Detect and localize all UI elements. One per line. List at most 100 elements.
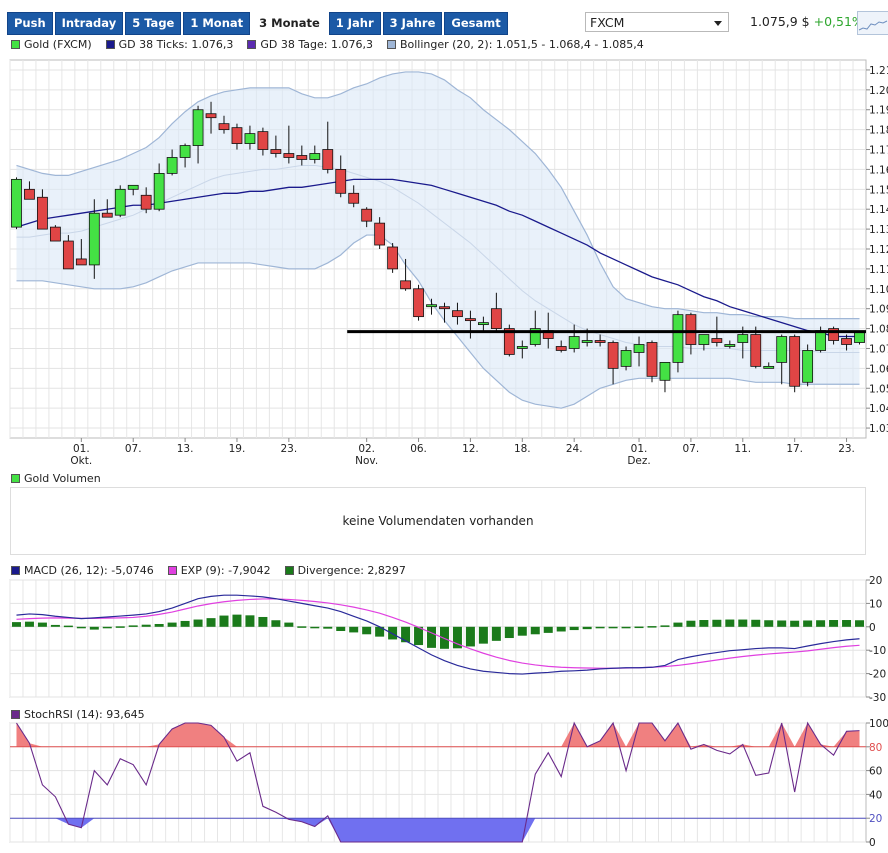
candle-body (348, 192, 360, 204)
divergence-bar (297, 626, 307, 628)
y-tick-label: 20 (869, 575, 882, 587)
candle-body (231, 127, 243, 144)
divergence-bar (738, 619, 748, 627)
candle-body (672, 314, 684, 363)
candle-body (192, 109, 204, 146)
candle-body (763, 365, 775, 369)
tab-push[interactable]: Push (7, 12, 53, 35)
y-tick-label: -10 (869, 645, 886, 657)
y-tick-label: 1.15 (869, 184, 888, 196)
divergence-bar (193, 619, 203, 627)
tab-gesamt[interactable]: Gesamt (444, 12, 508, 35)
candle-body (114, 188, 126, 216)
candle-body (413, 288, 424, 318)
divergence-bar (141, 624, 151, 627)
tab-intraday[interactable]: Intraday (54, 12, 124, 35)
candle-body (309, 153, 321, 160)
tab-1-jahr[interactable]: 1 Jahr (328, 12, 381, 35)
candle-body (37, 196, 48, 230)
divergence-bar (829, 620, 839, 627)
x-tick-label: 06. (410, 443, 427, 455)
candle-body (789, 336, 801, 387)
divergence-bar (517, 626, 527, 636)
y-tick-label: 1.03 (869, 423, 888, 435)
candle-body (581, 340, 593, 343)
divergence-bar (751, 619, 761, 627)
volume-legend-label: Gold Volumen (24, 472, 101, 485)
divergence-bar (712, 619, 722, 627)
y-tick-label: -30 (869, 692, 886, 704)
divergence-bar (232, 614, 242, 627)
divergence-bar (582, 626, 592, 630)
candle-body (477, 322, 489, 326)
x-tick-label: 18. (514, 443, 531, 455)
candle-body (620, 350, 632, 367)
x-tick-label: 24. (566, 443, 583, 455)
y-tick-label: 60 (869, 766, 882, 778)
y-tick-label: 1.13 (869, 224, 888, 236)
candle-body (24, 188, 35, 200)
divergence-bar (790, 620, 800, 627)
y-tick-label: 1.18 (869, 125, 888, 137)
candle-body (711, 338, 723, 343)
divergence-bar (803, 620, 813, 627)
divergence-bar (478, 626, 488, 644)
candle-body (568, 336, 580, 349)
candle-body (452, 310, 463, 318)
candle-body (776, 336, 788, 363)
x-tick-label: 11. (734, 443, 751, 455)
tab-3-monate[interactable]: 3 Monate (252, 12, 327, 35)
divergence-bar (388, 626, 398, 640)
divergence-bar (427, 626, 437, 648)
x-tick-label: 19. (229, 443, 246, 455)
x-tick-label: 02. (358, 443, 375, 455)
divergence-bar (556, 626, 566, 632)
candle-body (257, 131, 269, 150)
candle-body (646, 342, 658, 377)
candle-body (750, 334, 762, 367)
tab-5-tage[interactable]: 5 Tage (125, 12, 182, 35)
candle-body (490, 308, 502, 329)
divergence-bar (245, 615, 255, 627)
period-tabs: Push Intraday 5 Tage 1 Monat 3 Monate 1 Jahr 3… (7, 12, 508, 35)
divergence-bar (673, 622, 683, 627)
y-tick-label: 1.10 (869, 284, 888, 296)
divergence-bar (102, 626, 112, 629)
candle-body (854, 332, 865, 343)
divergence-bar (206, 618, 216, 627)
exchange-select-value: FXCM (590, 15, 625, 30)
candle-body (426, 304, 437, 308)
legend-swatch (386, 40, 396, 49)
tab-3-jahre[interactable]: 3 Jahre (382, 12, 443, 35)
candle-body (465, 318, 476, 322)
candle-body (607, 342, 619, 369)
legend-swatch (11, 566, 20, 575)
x-tick-month-label: Nov. (355, 455, 378, 467)
x-tick-label: 01. (73, 443, 90, 455)
mini-chart-thumbnail[interactable] (857, 11, 888, 35)
chevron-down-icon[interactable] (714, 21, 722, 26)
y-tick-label: 0 (869, 837, 876, 849)
y-tick-label: 1.11 (869, 264, 888, 276)
candle-body (218, 123, 230, 131)
divergence-bar (89, 626, 99, 630)
candle-body (555, 346, 567, 351)
exchange-select[interactable]: FXCM (585, 12, 729, 32)
divergence-bar (323, 626, 333, 629)
quote-price: 1.075,9 $ (750, 14, 810, 29)
tab-1-monat[interactable]: 1 Monat (183, 12, 251, 35)
divergence-bar (180, 620, 190, 627)
candle-body (698, 334, 710, 345)
volume-legend: Gold Volumen (11, 472, 101, 485)
divergence-bar (349, 626, 359, 633)
candle-body (633, 344, 645, 353)
y-tick-label: 10 (869, 598, 882, 610)
divergence-bar (504, 626, 514, 639)
divergence-bar (686, 620, 696, 627)
divergence-bar (258, 616, 268, 627)
divergence-bar (24, 621, 34, 627)
candle-body (400, 280, 411, 290)
candle-body (439, 306, 450, 310)
divergence-bar (491, 626, 501, 641)
candle-body (75, 258, 87, 266)
